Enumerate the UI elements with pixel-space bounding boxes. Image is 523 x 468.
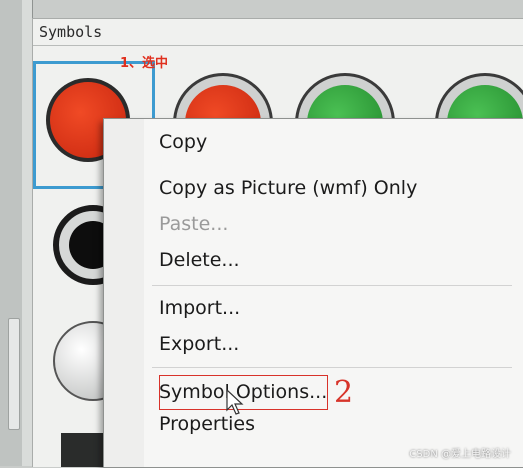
- panel-title: Symbols: [39, 23, 103, 41]
- menu-item-copy[interactable]: Copy: [159, 131, 207, 153]
- annotation-step1: 1、选中: [120, 56, 169, 71]
- menu-separator: [152, 285, 512, 286]
- menu-item-import[interactable]: Import...: [159, 297, 240, 319]
- menu-item-copy-as-picture[interactable]: Copy as Picture (wmf) Only: [159, 177, 417, 199]
- menu-item-export[interactable]: Export...: [159, 333, 239, 355]
- menu-gutter: [104, 119, 144, 467]
- watermark: CSDN @爱上电路设计: [409, 449, 511, 460]
- menu-item-delete[interactable]: Delete...: [159, 249, 240, 271]
- menu-item-paste[interactable]: Paste...: [159, 213, 228, 235]
- context-menu: Copy Copy as Picture (wmf) Only Paste...…: [103, 118, 523, 468]
- annotation-step2: 2: [334, 375, 354, 410]
- menu-separator-2: [152, 367, 512, 368]
- title-divider: [33, 45, 523, 46]
- menu-item-properties[interactable]: Properties: [159, 413, 255, 435]
- mouse-cursor-icon: [226, 389, 244, 415]
- side-scrollbar[interactable]: [8, 318, 20, 430]
